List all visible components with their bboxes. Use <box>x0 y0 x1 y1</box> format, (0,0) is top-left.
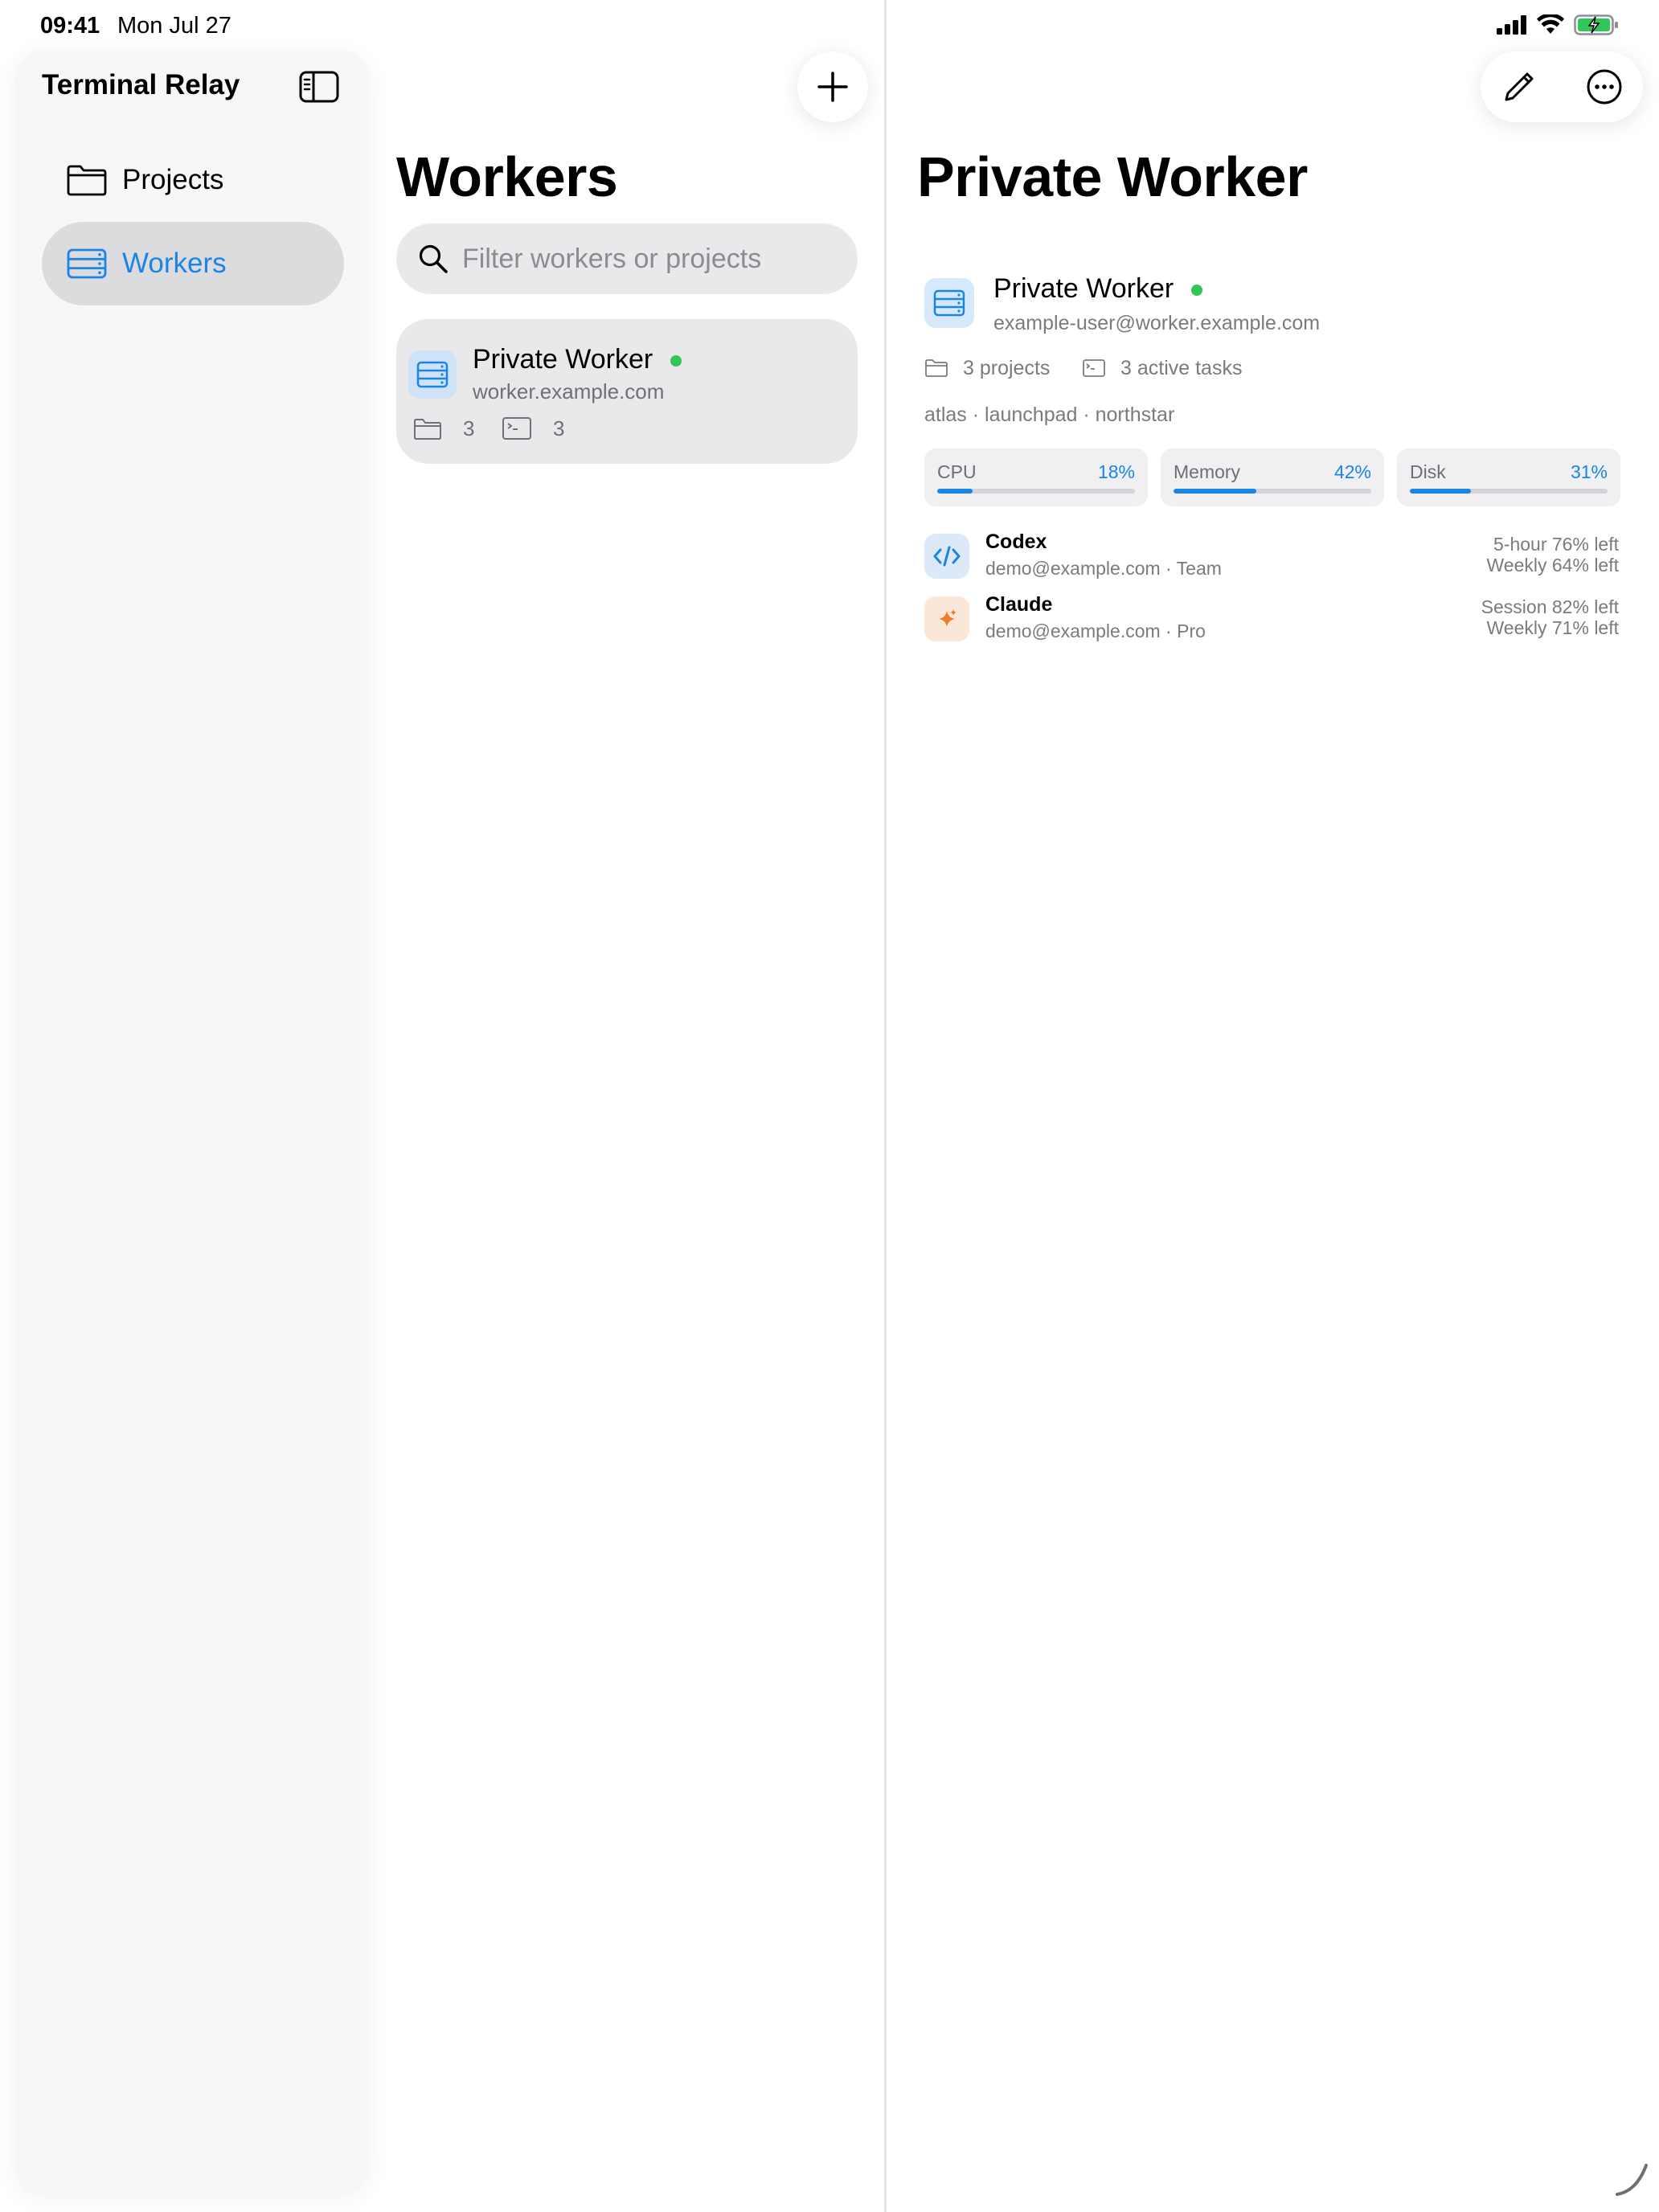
metric-fill <box>1410 489 1472 494</box>
metric-track <box>937 489 1135 494</box>
workers-title: Workers <box>396 145 618 208</box>
quota-line: 5-hour 76% left <box>1493 534 1619 555</box>
detail-tasks-count: 3 active tasks <box>1120 357 1243 379</box>
online-status-dot <box>670 355 682 367</box>
metric-value: 31% <box>1570 461 1608 482</box>
status-date: Mon Jul 27 <box>117 13 231 39</box>
quota-line: Weekly 64% left <box>1486 555 1619 576</box>
projects-count: 3 <box>463 416 475 440</box>
sidebar <box>14 50 370 2196</box>
sidebar-item-label: Projects <box>122 164 224 195</box>
worker-card-icon <box>408 350 457 399</box>
sparkle-icon <box>939 609 956 627</box>
code-icon <box>933 546 961 567</box>
detail-title: Private Worker <box>917 145 1308 208</box>
detail-host: example-user@worker.example.com <box>993 312 1321 334</box>
detail-projects-count: 3 projects <box>963 357 1051 379</box>
metric-fill <box>937 489 973 494</box>
metric-cpu: CPU 18% <box>924 449 1148 506</box>
tasks-count: 3 <box>553 416 565 440</box>
plus-icon <box>817 72 848 102</box>
more-options-icon[interactable] <box>1585 68 1624 106</box>
metric-label: Memory <box>1174 461 1241 482</box>
service-name: Claude <box>985 593 1053 616</box>
search-field[interactable]: Filter workers or projects <box>396 223 858 294</box>
metric-memory: Memory 42% <box>1161 449 1384 506</box>
quota-line: Session 82% left <box>1481 596 1619 617</box>
sidebar-item-projects[interactable]: Projects <box>42 138 344 222</box>
sidebar-toggle-icon[interactable] <box>299 71 339 103</box>
status-time: 09:41 <box>40 13 100 39</box>
metric-label: CPU <box>937 461 977 482</box>
worker-host: worker.example.com <box>473 379 665 403</box>
sidebar-item-workers[interactable]: Workers <box>42 222 344 305</box>
battery-charging-icon <box>1574 14 1618 35</box>
edit-pencil-icon[interactable] <box>1500 68 1538 106</box>
terminal-icon <box>1083 359 1105 377</box>
terminal-icon <box>502 417 531 440</box>
search-input[interactable]: Filter workers or projects <box>462 244 761 275</box>
metric-track <box>1174 489 1371 494</box>
status-icons <box>1497 14 1619 35</box>
server-icon <box>67 248 107 279</box>
worker-name: Private Worker <box>473 344 653 375</box>
column-divider <box>884 0 887 2212</box>
server-icon <box>416 361 449 388</box>
online-status-dot <box>1191 285 1202 296</box>
service-account: demo@example.com · Pro <box>985 621 1206 641</box>
metric-value: 18% <box>1097 461 1135 482</box>
folder-icon <box>67 165 107 196</box>
add-worker-button[interactable] <box>797 51 868 122</box>
service-account: demo@example.com · Team <box>985 558 1222 579</box>
metric-fill <box>1174 489 1257 494</box>
cellular-signal-icon <box>1497 15 1526 35</box>
metric-disk: Disk 31% <box>1397 449 1620 506</box>
detail-worker-name: Private Worker <box>993 273 1174 304</box>
detail-project-tags: atlas · launchpad · northstar <box>924 403 1175 426</box>
claude-service-icon <box>924 596 969 641</box>
service-name: Codex <box>985 530 1047 553</box>
metric-label: Disk <box>1410 461 1446 482</box>
folder-icon <box>414 419 441 440</box>
metric-value: 42% <box>1333 461 1371 482</box>
wifi-icon <box>1537 14 1564 34</box>
app-title: Terminal Relay <box>42 69 240 100</box>
search-icon <box>419 244 448 273</box>
folder-icon <box>925 359 948 377</box>
sidebar-item-label: Workers <box>122 248 227 279</box>
metric-track <box>1410 489 1608 494</box>
quota-line: Weekly 71% left <box>1486 617 1619 638</box>
detail-worker-icon <box>924 278 974 328</box>
server-icon <box>933 289 965 317</box>
resize-handle-icon[interactable] <box>1612 2159 1653 2199</box>
codex-service-icon <box>924 534 969 579</box>
service-quota: Session 82% left Weekly 71% left <box>1481 596 1619 638</box>
service-quota: 5-hour 76% left Weekly 64% left <box>1487 534 1619 576</box>
